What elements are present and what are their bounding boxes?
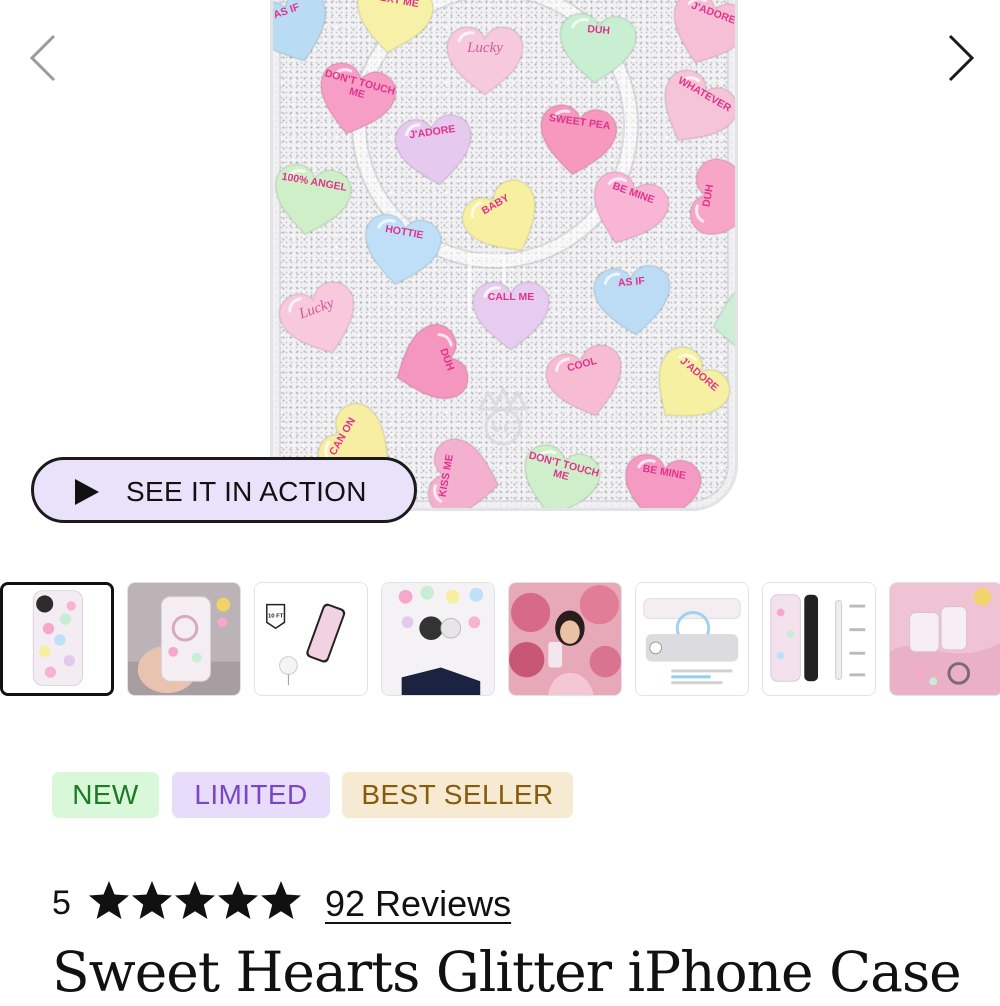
candy-heart: 100% ANGEL	[273, 156, 359, 245]
thumbnail-case-front[interactable]	[0, 582, 114, 696]
chevron-left-icon	[29, 34, 56, 82]
svg-text:VC: VC	[490, 418, 516, 438]
product-title: Sweet Hearts Glitter iPhone Case	[52, 940, 962, 1004]
candy-heart: Lucky	[443, 23, 527, 99]
candy-heart: DUH	[379, 314, 479, 419]
badge-best-seller: BEST SELLER	[342, 772, 573, 818]
candy-heart: Lucky	[273, 271, 373, 371]
reviews-link[interactable]: 92 Reviews	[325, 883, 511, 925]
candy-heart: BE MINE	[613, 446, 709, 508]
star-icon	[174, 880, 216, 920]
candy-heart: DUH	[682, 151, 735, 247]
chevron-right-icon	[948, 34, 975, 82]
rating-summary: 5 92 Reviews	[52, 878, 652, 928]
star-icon	[131, 880, 173, 920]
thumbnail-accessories[interactable]	[889, 582, 1000, 696]
badge-new: NEW	[52, 772, 159, 818]
gallery-prev-button[interactable]	[18, 30, 74, 86]
thumbnail-case-in-hand[interactable]	[127, 582, 241, 696]
see-it-in-action-button[interactable]: SEE IT IN ACTION	[31, 457, 417, 523]
candy-heart: TO AM	[702, 273, 735, 369]
candy-heart: CALL ME	[469, 278, 553, 354]
svg-text:10 FT: 10 FT	[268, 613, 284, 619]
rating-score: 5	[52, 884, 71, 922]
product-hero-image[interactable]: AS IF TEXT ME Lucky DUH J'ADORE DON'T TOUCH M…	[0, 0, 1000, 560]
candy-heart: AS IF	[588, 259, 678, 342]
gallery-next-button[interactable]	[930, 30, 986, 86]
see-it-in-action-label: SEE IT IN ACTION	[126, 476, 367, 507]
play-icon	[75, 479, 99, 505]
brand-crown-logo-icon: VC	[468, 383, 538, 453]
thumbnail-strip: 10 FT	[0, 582, 1000, 696]
thumbnail-drop-test[interactable]: 10 FT	[254, 582, 368, 696]
candy-heart: J'ADORE	[388, 108, 482, 195]
thumbnail-case-detail[interactable]	[381, 582, 495, 696]
candy-heart: TEXT ME	[345, 0, 441, 64]
thumbnail-magsafe-diagram[interactable]	[635, 582, 749, 696]
star-icon	[217, 880, 259, 920]
candy-heart-text: CALL ME	[487, 291, 535, 303]
phone-case-image: AS IF TEXT ME Lucky DUH J'ADORE DON'T TOUCH M…	[270, 0, 738, 511]
candy-heart: HOTTIE	[353, 206, 449, 295]
candy-heart: DUH	[552, 7, 642, 90]
badge-limited: LIMITED	[172, 772, 330, 818]
candy-heart-text: Lucky	[467, 40, 503, 56]
thumbnail-case-specs[interactable]	[762, 582, 876, 696]
thumbnail-lifestyle[interactable]	[508, 582, 622, 696]
star-icon	[88, 880, 130, 920]
star-icon	[260, 880, 302, 920]
